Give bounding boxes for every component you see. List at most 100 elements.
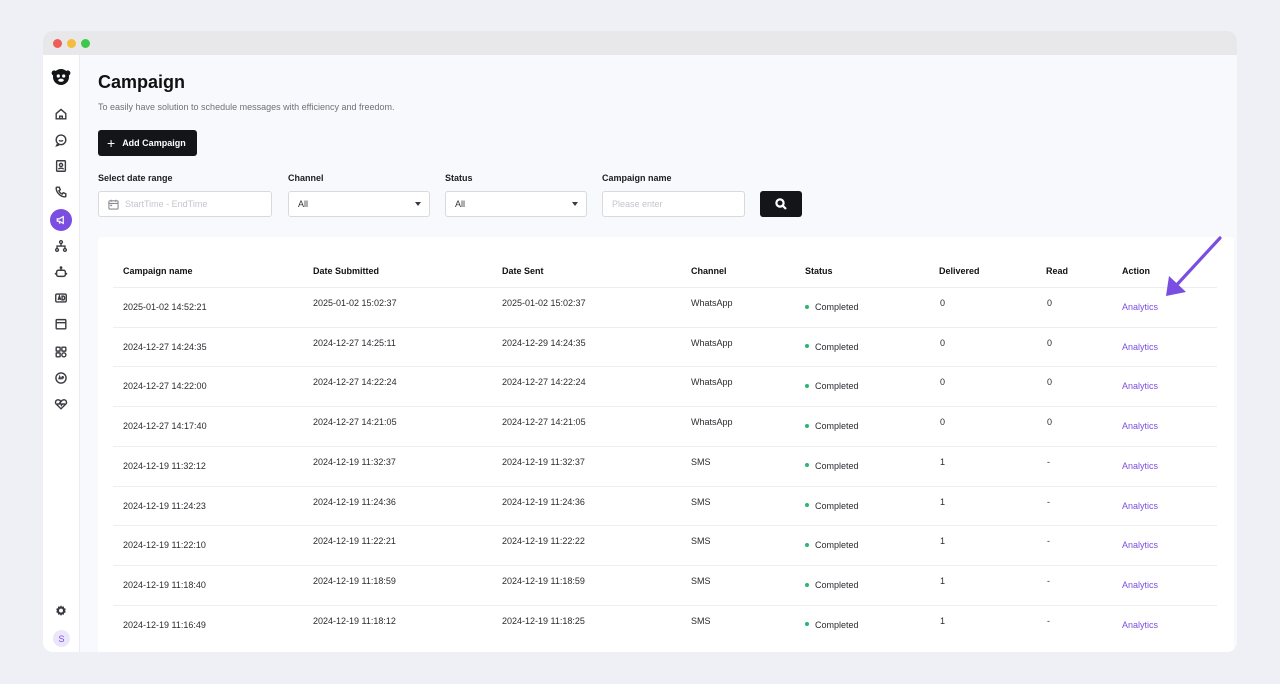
date-submitted-cell: 2024-12-19 11:18:12 [313, 615, 396, 626]
channel-cell: WhatsApp [691, 377, 733, 388]
delivered-cell: 1 [940, 496, 946, 507]
status-cell: Completed [805, 342, 859, 352]
analytics-link[interactable]: Analytics [1122, 342, 1158, 352]
channel-label: Channel [288, 173, 324, 183]
read-cell: 0 [1047, 417, 1053, 428]
window-close-button[interactable] [53, 39, 62, 48]
column-header: Action [1122, 266, 1150, 276]
date-sent-cell: 2024-12-27 14:21:05 [502, 417, 586, 428]
status-cell: Completed [805, 501, 859, 511]
chevron-down-icon [572, 202, 578, 206]
table-row: 2024-12-27 14:22:00 2024-12-27 14:22:24 20… [113, 366, 1217, 406]
window-minimize-button[interactable] [67, 39, 76, 48]
campaign-icon[interactable] [50, 209, 72, 231]
search-icon [775, 198, 787, 210]
date-submitted-cell: 2025-01-02 15:02:37 [313, 298, 397, 308]
logo-icon[interactable] [51, 67, 71, 87]
table-row: 2024-12-19 11:18:40 2024-12-19 11:18:59 20… [113, 564, 1217, 605]
status-dot-icon [805, 463, 809, 468]
analytics-link[interactable]: Analytics [1122, 540, 1158, 550]
read-cell: 0 [1047, 337, 1053, 348]
main-content: Campaign To easily have solution to sche… [80, 55, 1237, 652]
analytics-link[interactable]: Analytics [1122, 620, 1158, 630]
add-campaign-button[interactable]: + Add Campaign [98, 130, 197, 156]
analytics-link[interactable]: Analytics [1122, 381, 1158, 391]
campaign-name-cell: 2024-12-27 14:22:00 [123, 381, 207, 392]
chevron-down-icon [415, 202, 421, 206]
ad-icon[interactable] [52, 289, 70, 307]
flow-icon[interactable] [52, 237, 70, 255]
date-sent-cell: 2024-12-29 14:24:35 [502, 337, 586, 348]
status-text: Completed [815, 619, 859, 630]
campaign-name-input[interactable]: Please enter [602, 191, 745, 217]
column-header: Campaign name [123, 266, 193, 276]
channel-cell: SMS [691, 615, 711, 626]
status-text: Completed [815, 579, 859, 590]
apps-icon[interactable] [52, 343, 70, 361]
date-sent-cell: 2024-12-19 11:32:37 [502, 456, 585, 467]
status-text: Completed [815, 460, 859, 471]
status-dot-icon [805, 503, 809, 508]
channel-cell: WhatsApp [691, 337, 733, 348]
bot-icon[interactable] [52, 263, 70, 281]
table-row: 2024-12-19 11:16:49 2024-12-19 11:18:12 20… [113, 604, 1217, 645]
date-sent-cell: 2025-01-02 15:02:37 [502, 298, 586, 308]
delivered-cell: 0 [940, 298, 946, 308]
table-row: 2024-12-27 14:17:40 2024-12-27 14:21:05 20… [113, 406, 1217, 446]
window-maximize-button[interactable] [81, 39, 90, 48]
status-text: Completed [815, 381, 859, 392]
home-icon[interactable] [52, 105, 70, 123]
analytics-link[interactable]: Analytics [1122, 501, 1158, 511]
date-sent-cell: 2024-12-19 11:18:59 [502, 575, 585, 586]
status-dot-icon [805, 542, 809, 547]
date-range-placeholder: StartTime - EndTime [125, 199, 208, 209]
campaign-name-cell: 2024-12-19 11:16:49 [123, 619, 206, 630]
analytics-link[interactable]: Analytics [1122, 461, 1158, 471]
delivered-cell: 0 [940, 337, 946, 348]
campaign-name-cell: 2024-12-19 11:24:23 [123, 500, 206, 511]
channel-cell: WhatsApp [691, 298, 733, 308]
status-text: Completed [815, 540, 859, 551]
date-submitted-cell: 2024-12-19 11:18:59 [313, 575, 396, 586]
channel-cell: SMS [691, 536, 711, 547]
read-cell: - [1047, 536, 1050, 547]
campaign-name-cell: 2024-12-19 11:18:40 [123, 579, 206, 590]
channel-select-value: All [298, 199, 309, 209]
campaign-name-cell: 2025-01-02 14:52:21 [123, 302, 207, 312]
analytics-link[interactable]: Analytics [1122, 421, 1158, 431]
chat-icon[interactable] [52, 131, 70, 149]
status-dot-icon [805, 423, 809, 428]
page-subtitle: To easily have solution to schedule mess… [98, 102, 395, 112]
api-icon[interactable] [52, 369, 70, 387]
read-cell: - [1047, 575, 1050, 586]
channel-select[interactable]: All [288, 191, 430, 217]
status-select[interactable]: All [445, 191, 587, 217]
campaign-name-cell: 2024-12-19 11:32:12 [123, 460, 206, 471]
delivered-cell: 0 [940, 377, 946, 388]
table-row: 2024-12-19 11:32:12 2024-12-19 11:32:37 20… [113, 445, 1217, 486]
campaign-name-placeholder: Please enter [612, 199, 663, 209]
date-range-picker[interactable]: StartTime - EndTime [98, 191, 272, 217]
settings-icon[interactable] [52, 602, 70, 620]
status-cell: Completed [805, 381, 859, 391]
read-cell: 0 [1047, 298, 1053, 308]
delivered-cell: 0 [940, 417, 946, 428]
column-header: Read [1046, 266, 1069, 276]
contacts-icon[interactable] [52, 157, 70, 175]
add-campaign-label: Add Campaign [122, 138, 186, 148]
calendar-icon[interactable] [52, 315, 70, 333]
status-text: Completed [815, 500, 859, 511]
health-icon[interactable] [52, 395, 70, 413]
campaign-name-cell: 2024-12-27 14:17:40 [123, 421, 207, 432]
status-dot-icon [805, 384, 809, 389]
analytics-link[interactable]: Analytics [1122, 302, 1158, 312]
channel-cell: SMS [691, 496, 711, 507]
date-submitted-cell: 2024-12-19 11:22:21 [313, 536, 396, 547]
page-title: Campaign [98, 72, 186, 92]
analytics-link[interactable]: Analytics [1122, 580, 1158, 590]
date-submitted-cell: 2024-12-27 14:25:11 [313, 337, 396, 348]
avatar[interactable]: S [53, 630, 70, 647]
phone-icon[interactable] [52, 183, 70, 201]
status-label: Status [445, 173, 473, 183]
search-button[interactable] [760, 191, 802, 217]
